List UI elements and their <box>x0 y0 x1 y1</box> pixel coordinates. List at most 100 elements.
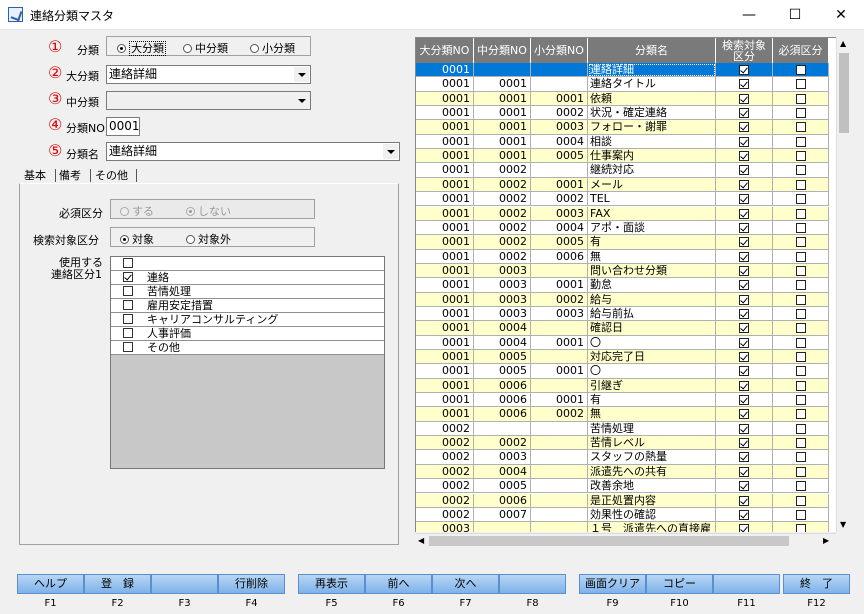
table-cell[interactable]: 無 <box>588 407 716 422</box>
function-button-f10[interactable]: コピー <box>646 574 713 594</box>
tab-other[interactable]: その他 <box>95 168 128 183</box>
table-cell[interactable]: フォロー・謝罪 <box>588 120 716 135</box>
table-cell[interactable]: 0006 <box>474 378 531 394</box>
checkbox[interactable] <box>739 452 749 463</box>
table-cell[interactable] <box>716 163 773 178</box>
table-cell[interactable] <box>716 63 773 78</box>
checkbox[interactable] <box>795 251 806 262</box>
table-cell[interactable]: 無 <box>588 249 716 264</box>
table-cell[interactable]: 0001 <box>416 306 474 322</box>
table-cell[interactable]: 連絡タイトル <box>588 77 716 92</box>
scroll-down-icon[interactable]: ▼ <box>840 520 846 529</box>
table-cell[interactable] <box>716 407 773 422</box>
table-cell[interactable]: 0003 <box>474 278 531 293</box>
table-cell[interactable]: 確認日 <box>588 321 716 336</box>
chevron-down-icon[interactable] <box>383 144 398 159</box>
scroll-up-icon[interactable]: ▲ <box>840 39 846 48</box>
checkbox[interactable] <box>739 194 749 205</box>
table-cell[interactable]: 0001 <box>416 393 474 408</box>
table-cell[interactable] <box>716 450 773 465</box>
table-cell[interactable]: 0004 <box>474 335 531 350</box>
table-cell[interactable] <box>773 192 829 207</box>
data-grid[interactable]: 大分類NO 中分類NO 小分類NO 分類名 検索対象 区分 必須区分 0001 連絡詳細 00… <box>415 37 837 532</box>
checkbox[interactable] <box>739 122 749 133</box>
checkbox[interactable] <box>739 337 749 348</box>
table-cell[interactable]: 0001 <box>531 91 588 107</box>
table-cell[interactable]: 0005 <box>474 350 531 365</box>
table-cell[interactable]: 0001 <box>416 350 474 365</box>
table-cell[interactable]: 0003 <box>531 306 588 322</box>
table-cell[interactable]: 0003 <box>474 306 531 322</box>
table-row[interactable]: 0001 0002 0001 メール <box>416 177 829 193</box>
checkbox[interactable] <box>795 65 806 75</box>
table-cell[interactable] <box>773 436 829 451</box>
table-cell[interactable]: 0003 <box>531 120 588 135</box>
table-cell[interactable] <box>773 235 829 250</box>
checkbox[interactable] <box>123 314 133 324</box>
table-cell[interactable] <box>716 134 773 150</box>
grid-column-header[interactable]: 検索対象 区分 <box>716 38 773 63</box>
table-cell[interactable]: 0001 <box>474 134 531 150</box>
radio-hissu-shinai[interactable]: しない <box>186 203 231 219</box>
usage-checklist[interactable]: 連絡 苦情処理 雇用安定措置 キャリアコンサルティング 人事評価 その他 <box>110 256 385 469</box>
table-row[interactable]: 0001 0002 0005 有 <box>416 235 829 250</box>
table-cell[interactable] <box>773 149 829 164</box>
table-cell[interactable]: 0006 <box>474 393 531 408</box>
table-row[interactable]: 0001 0001 連絡タイトル <box>416 77 829 92</box>
table-cell[interactable] <box>773 407 829 422</box>
checkbox[interactable] <box>739 280 749 291</box>
checkbox[interactable] <box>739 237 749 248</box>
scroll-left-icon[interactable]: ◀ <box>418 536 424 545</box>
checkbox[interactable] <box>739 165 749 176</box>
scroll-thumb[interactable] <box>429 536 789 546</box>
function-button-f3[interactable] <box>151 574 218 594</box>
table-row[interactable]: 0001 0006 0001 有 <box>416 393 829 408</box>
table-cell[interactable]: 0002 <box>474 249 531 264</box>
table-cell[interactable] <box>773 278 829 293</box>
table-cell[interactable]: 0002 <box>416 493 474 508</box>
table-row[interactable]: 0001 0001 0002 状況・確定連絡 <box>416 106 829 121</box>
table-cell[interactable] <box>716 91 773 107</box>
table-row[interactable]: 0001 0002 0004 アポ・面談 <box>416 220 829 236</box>
checkbox[interactable] <box>795 136 806 147</box>
checkbox[interactable] <box>795 122 806 133</box>
function-button-f11[interactable] <box>713 574 780 594</box>
table-row[interactable]: 0002 苦情処理 <box>416 421 829 437</box>
table-cell[interactable] <box>716 292 773 307</box>
table-cell[interactable]: 是正処置内容 <box>588 493 716 508</box>
checkbox[interactable] <box>795 395 806 406</box>
table-cell[interactable] <box>531 522 588 532</box>
table-cell[interactable] <box>716 522 773 532</box>
table-cell[interactable] <box>773 134 829 150</box>
table-cell[interactable] <box>716 321 773 336</box>
table-cell[interactable]: 0005 <box>474 364 531 379</box>
checkbox[interactable] <box>739 65 749 75</box>
table-cell[interactable]: 0002 <box>474 436 531 451</box>
table-row[interactable]: 0002 0003 スタッフの熱量 <box>416 450 829 465</box>
table-cell[interactable] <box>773 364 829 379</box>
checkbox[interactable] <box>795 452 806 463</box>
checkbox[interactable] <box>795 366 806 377</box>
checkbox[interactable] <box>123 342 133 352</box>
table-cell[interactable] <box>773 177 829 193</box>
table-cell[interactable]: 苦情レベル <box>588 436 716 451</box>
table-cell[interactable]: 0001 <box>474 77 531 92</box>
checkbox[interactable] <box>739 423 749 434</box>
table-cell[interactable]: 0001 <box>416 206 474 221</box>
checkbox[interactable] <box>739 108 749 119</box>
table-cell[interactable] <box>773 263 829 279</box>
checkbox[interactable] <box>739 509 749 520</box>
table-row[interactable]: 0001 0004 確認日 <box>416 321 829 336</box>
checkbox[interactable] <box>795 409 806 420</box>
table-cell[interactable]: 0005 <box>474 479 531 494</box>
table-cell[interactable]: 0001 <box>416 192 474 207</box>
table-cell[interactable] <box>716 249 773 264</box>
bunrui-no-input[interactable]: 0001 <box>106 117 140 136</box>
table-cell[interactable]: 〇 <box>588 364 716 379</box>
table-cell[interactable] <box>716 263 773 279</box>
table-cell[interactable] <box>716 436 773 451</box>
checkbox[interactable] <box>795 79 806 90</box>
table-cell[interactable] <box>716 149 773 164</box>
table-row[interactable]: 0001 0005 0001 〇 <box>416 364 829 379</box>
table-cell[interactable]: スタッフの熱量 <box>588 450 716 465</box>
